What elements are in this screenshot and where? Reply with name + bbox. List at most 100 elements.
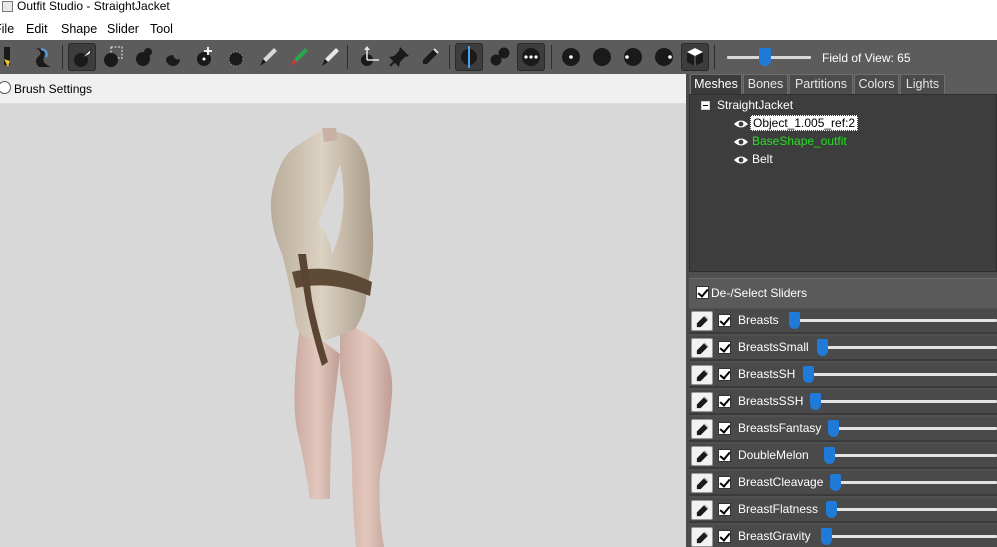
pencil-icon [696,504,709,517]
slider-edit-button[interactable] [691,500,713,520]
menu-shape[interactable]: Shape [61,22,97,36]
slider-thumb[interactable] [789,312,800,329]
new-project-button[interactable] [0,43,22,71]
smooth-tool-button[interactable] [222,43,250,71]
tab-lights[interactable]: Lights [900,74,945,94]
tree-root-label[interactable]: StraightJacket [717,98,793,112]
slider-checkbox[interactable] [718,449,731,462]
slider-edit-button[interactable] [691,338,713,358]
inflate-tool-button[interactable] [130,43,158,71]
slider-thumb[interactable] [830,474,841,491]
smooth-brush-icon [228,51,244,67]
visibility-eye-icon[interactable] [733,136,749,146]
slider-thumb[interactable] [803,366,814,383]
pin-icon [389,47,409,67]
mesh-select-icon [36,48,51,67]
pencil-icon [696,315,709,328]
wireframe-view-button[interactable] [619,43,647,71]
connected-only-button[interactable] [486,43,514,71]
transform-tool-button[interactable] [354,43,382,71]
brush-settings-label[interactable]: Brush Settings [14,82,92,96]
vertex-edit-button[interactable] [416,43,444,71]
slider-checkbox[interactable] [718,368,731,381]
slider-checkbox[interactable] [718,503,731,516]
fov-slider-thumb[interactable] [759,48,771,66]
tree-collapse-toggle[interactable] [701,101,710,110]
slider-name: BreastGravity [738,529,811,543]
pivot-tool-button[interactable] [385,43,413,71]
slider-track[interactable] [828,427,997,430]
visibility-eye-icon[interactable] [733,118,749,128]
menu-edit[interactable]: Edit [26,22,48,36]
lighting-view-button[interactable] [650,43,678,71]
slider-checkbox[interactable] [718,314,731,327]
slider-checkbox[interactable] [718,530,731,543]
select-mesh-button[interactable] [29,43,57,71]
menu-tool[interactable]: Tool [150,22,173,36]
slider-thumb[interactable] [817,339,828,356]
3d-viewport[interactable] [0,104,686,547]
tab-colors[interactable]: Colors [854,74,899,94]
pencil-icon [423,48,439,64]
slider-track[interactable] [830,481,997,484]
slider-edit-button[interactable] [691,311,713,331]
pencil-icon [696,423,709,436]
deflate-tool-button[interactable] [160,43,188,71]
symmetry-x-button[interactable] [455,43,483,71]
slider-thumb[interactable] [821,528,832,545]
slider-checkbox[interactable] [718,476,731,489]
window-title: Outfit Studio - StraightJacket [17,0,170,13]
vertex-view-button[interactable] [557,43,585,71]
menu-file[interactable]: File [0,22,14,36]
slider-checkbox[interactable] [718,395,731,408]
alpha-tool-button[interactable] [316,43,344,71]
tab-partitions[interactable]: Partitions [789,74,853,94]
mesh-item-2[interactable]: Belt [752,152,773,166]
slider-edit-button[interactable] [691,527,713,547]
slider-edit-button[interactable] [691,392,713,412]
slider-edit-button[interactable] [691,419,713,439]
select-tool-button[interactable] [68,43,96,71]
move-tool-button[interactable] [191,43,219,71]
mesh-item-0[interactable]: Object_1.005_ref:2 [750,115,859,131]
connected-icon [490,47,510,66]
slider-thumb[interactable] [826,501,837,518]
weight-tool-button[interactable] [254,43,282,71]
pencil-icon [696,342,709,355]
menu-bar: File Edit Shape Slider Tool [0,18,997,40]
global-brush-button[interactable] [517,43,545,71]
slider-checkbox[interactable] [718,422,731,435]
slider-edit-button[interactable] [691,365,713,385]
color-tool-button[interactable] [285,43,313,71]
slider-track[interactable] [826,508,997,511]
slider-track[interactable] [789,319,997,322]
slider-track[interactable] [821,535,997,538]
mannequin-render [270,128,393,547]
slider-edit-button[interactable] [691,473,713,493]
slider-thumb[interactable] [824,447,835,464]
new-project-icon [4,47,10,67]
slider-track[interactable] [803,373,997,376]
solid-view-button[interactable] [588,43,616,71]
mesh-item-1[interactable]: BaseShape_outfit [752,134,847,148]
slider-checkbox[interactable] [718,341,731,354]
slider-edit-button[interactable] [691,446,713,466]
cube-icon [687,48,703,66]
tab-meshes[interactable]: Meshes [690,74,742,94]
slider-thumb[interactable] [810,393,821,410]
slider-thumb[interactable] [828,420,839,437]
transform-icon [361,46,379,66]
visibility-eye-icon[interactable] [733,154,749,164]
slider-track[interactable] [817,346,997,349]
select-all-sliders-checkbox[interactable] [696,286,709,299]
pencil-icon [696,396,709,409]
pencil-icon [696,477,709,490]
menu-slider[interactable]: Slider [107,22,139,36]
slider-track[interactable] [810,400,997,403]
title-bar: Outfit Studio - StraightJacket [0,0,997,14]
mask-tool-button[interactable] [99,43,127,71]
slider-track[interactable] [824,454,997,457]
deflate-brush-icon [166,55,180,66]
tab-bones[interactable]: Bones [743,74,788,94]
texture-view-button[interactable] [681,43,709,71]
